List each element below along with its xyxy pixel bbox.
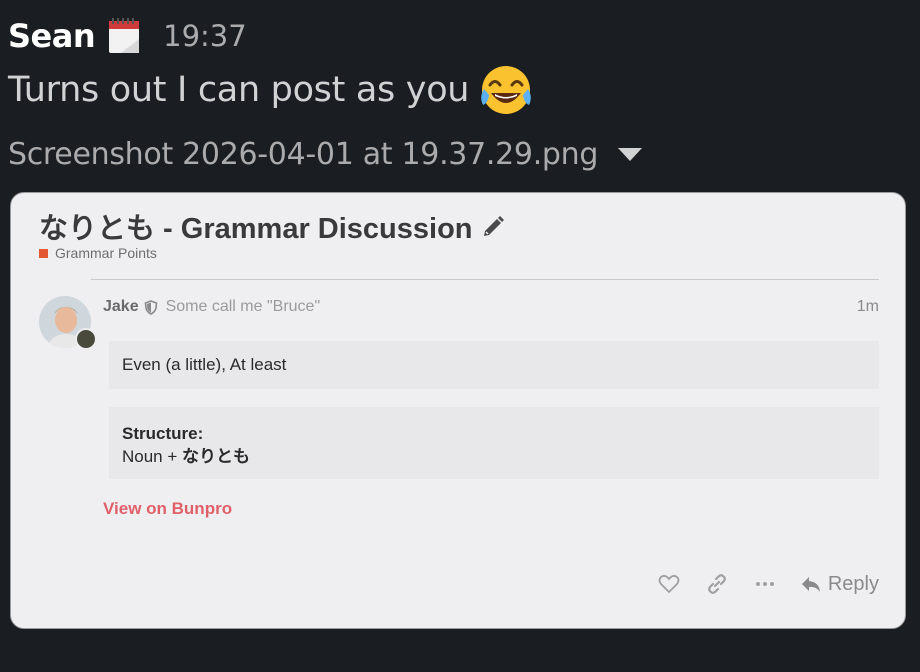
post-actions: Reply bbox=[632, 571, 879, 597]
attachment-preview[interactable]: なりとも - Grammar Discussion Grammar Points bbox=[10, 192, 906, 629]
message-text: Turns out I can post as you bbox=[8, 70, 470, 110]
structure-box: Structure: Noun + なりとも bbox=[109, 407, 879, 479]
message-body: Turns out I can post as you bbox=[8, 62, 533, 118]
structure-value: なりとも bbox=[182, 447, 251, 466]
shield-icon bbox=[144, 299, 158, 315]
category-name: Grammar Points bbox=[55, 245, 157, 261]
topic-title: なりとも - Grammar Discussion bbox=[39, 205, 505, 247]
author-name[interactable]: Sean bbox=[8, 17, 96, 55]
attachment-filename[interactable]: Screenshot 2026-04-01 at 19.37.29.png bbox=[8, 137, 598, 172]
meaning-text: Even (a little), At least bbox=[122, 355, 287, 374]
more-icon[interactable] bbox=[754, 573, 776, 595]
divider bbox=[91, 279, 879, 280]
reply-button[interactable]: Reply bbox=[800, 573, 879, 596]
pencil-icon bbox=[481, 214, 505, 238]
topic-title-text: なりとも - Grammar Discussion bbox=[39, 213, 473, 245]
meaning-box: Even (a little), At least bbox=[109, 341, 879, 389]
post-meta: Jake Some call me "Bruce" 1m bbox=[103, 296, 879, 318]
joy-emoji-icon bbox=[479, 63, 533, 117]
reply-label: Reply bbox=[827, 572, 879, 595]
poster-name: Jake bbox=[103, 298, 139, 315]
message-timestamp[interactable]: 19:37 bbox=[163, 19, 247, 53]
view-on-bunpro-link[interactable]: View on Bunpro bbox=[103, 499, 232, 519]
poster-title: Some call me "Bruce" bbox=[165, 298, 321, 315]
structure-label: Structure: bbox=[122, 424, 204, 443]
attachment-header: Screenshot 2026-04-01 at 19.37.29.png bbox=[8, 130, 643, 178]
flair-icon bbox=[75, 328, 97, 350]
structure-prefix: Noun + bbox=[122, 447, 183, 466]
message-header: Sean 19:37 bbox=[8, 12, 247, 60]
reply-icon bbox=[800, 573, 822, 595]
post-age: 1m bbox=[856, 298, 879, 315]
caret-down-icon[interactable] bbox=[618, 147, 643, 161]
category-badge bbox=[39, 248, 48, 258]
category-label: Grammar Points bbox=[39, 245, 157, 261]
link-icon[interactable] bbox=[706, 573, 728, 595]
calendar-icon bbox=[107, 17, 141, 55]
structure-line: Noun + なりとも bbox=[122, 445, 866, 468]
heart-icon[interactable] bbox=[658, 573, 680, 595]
